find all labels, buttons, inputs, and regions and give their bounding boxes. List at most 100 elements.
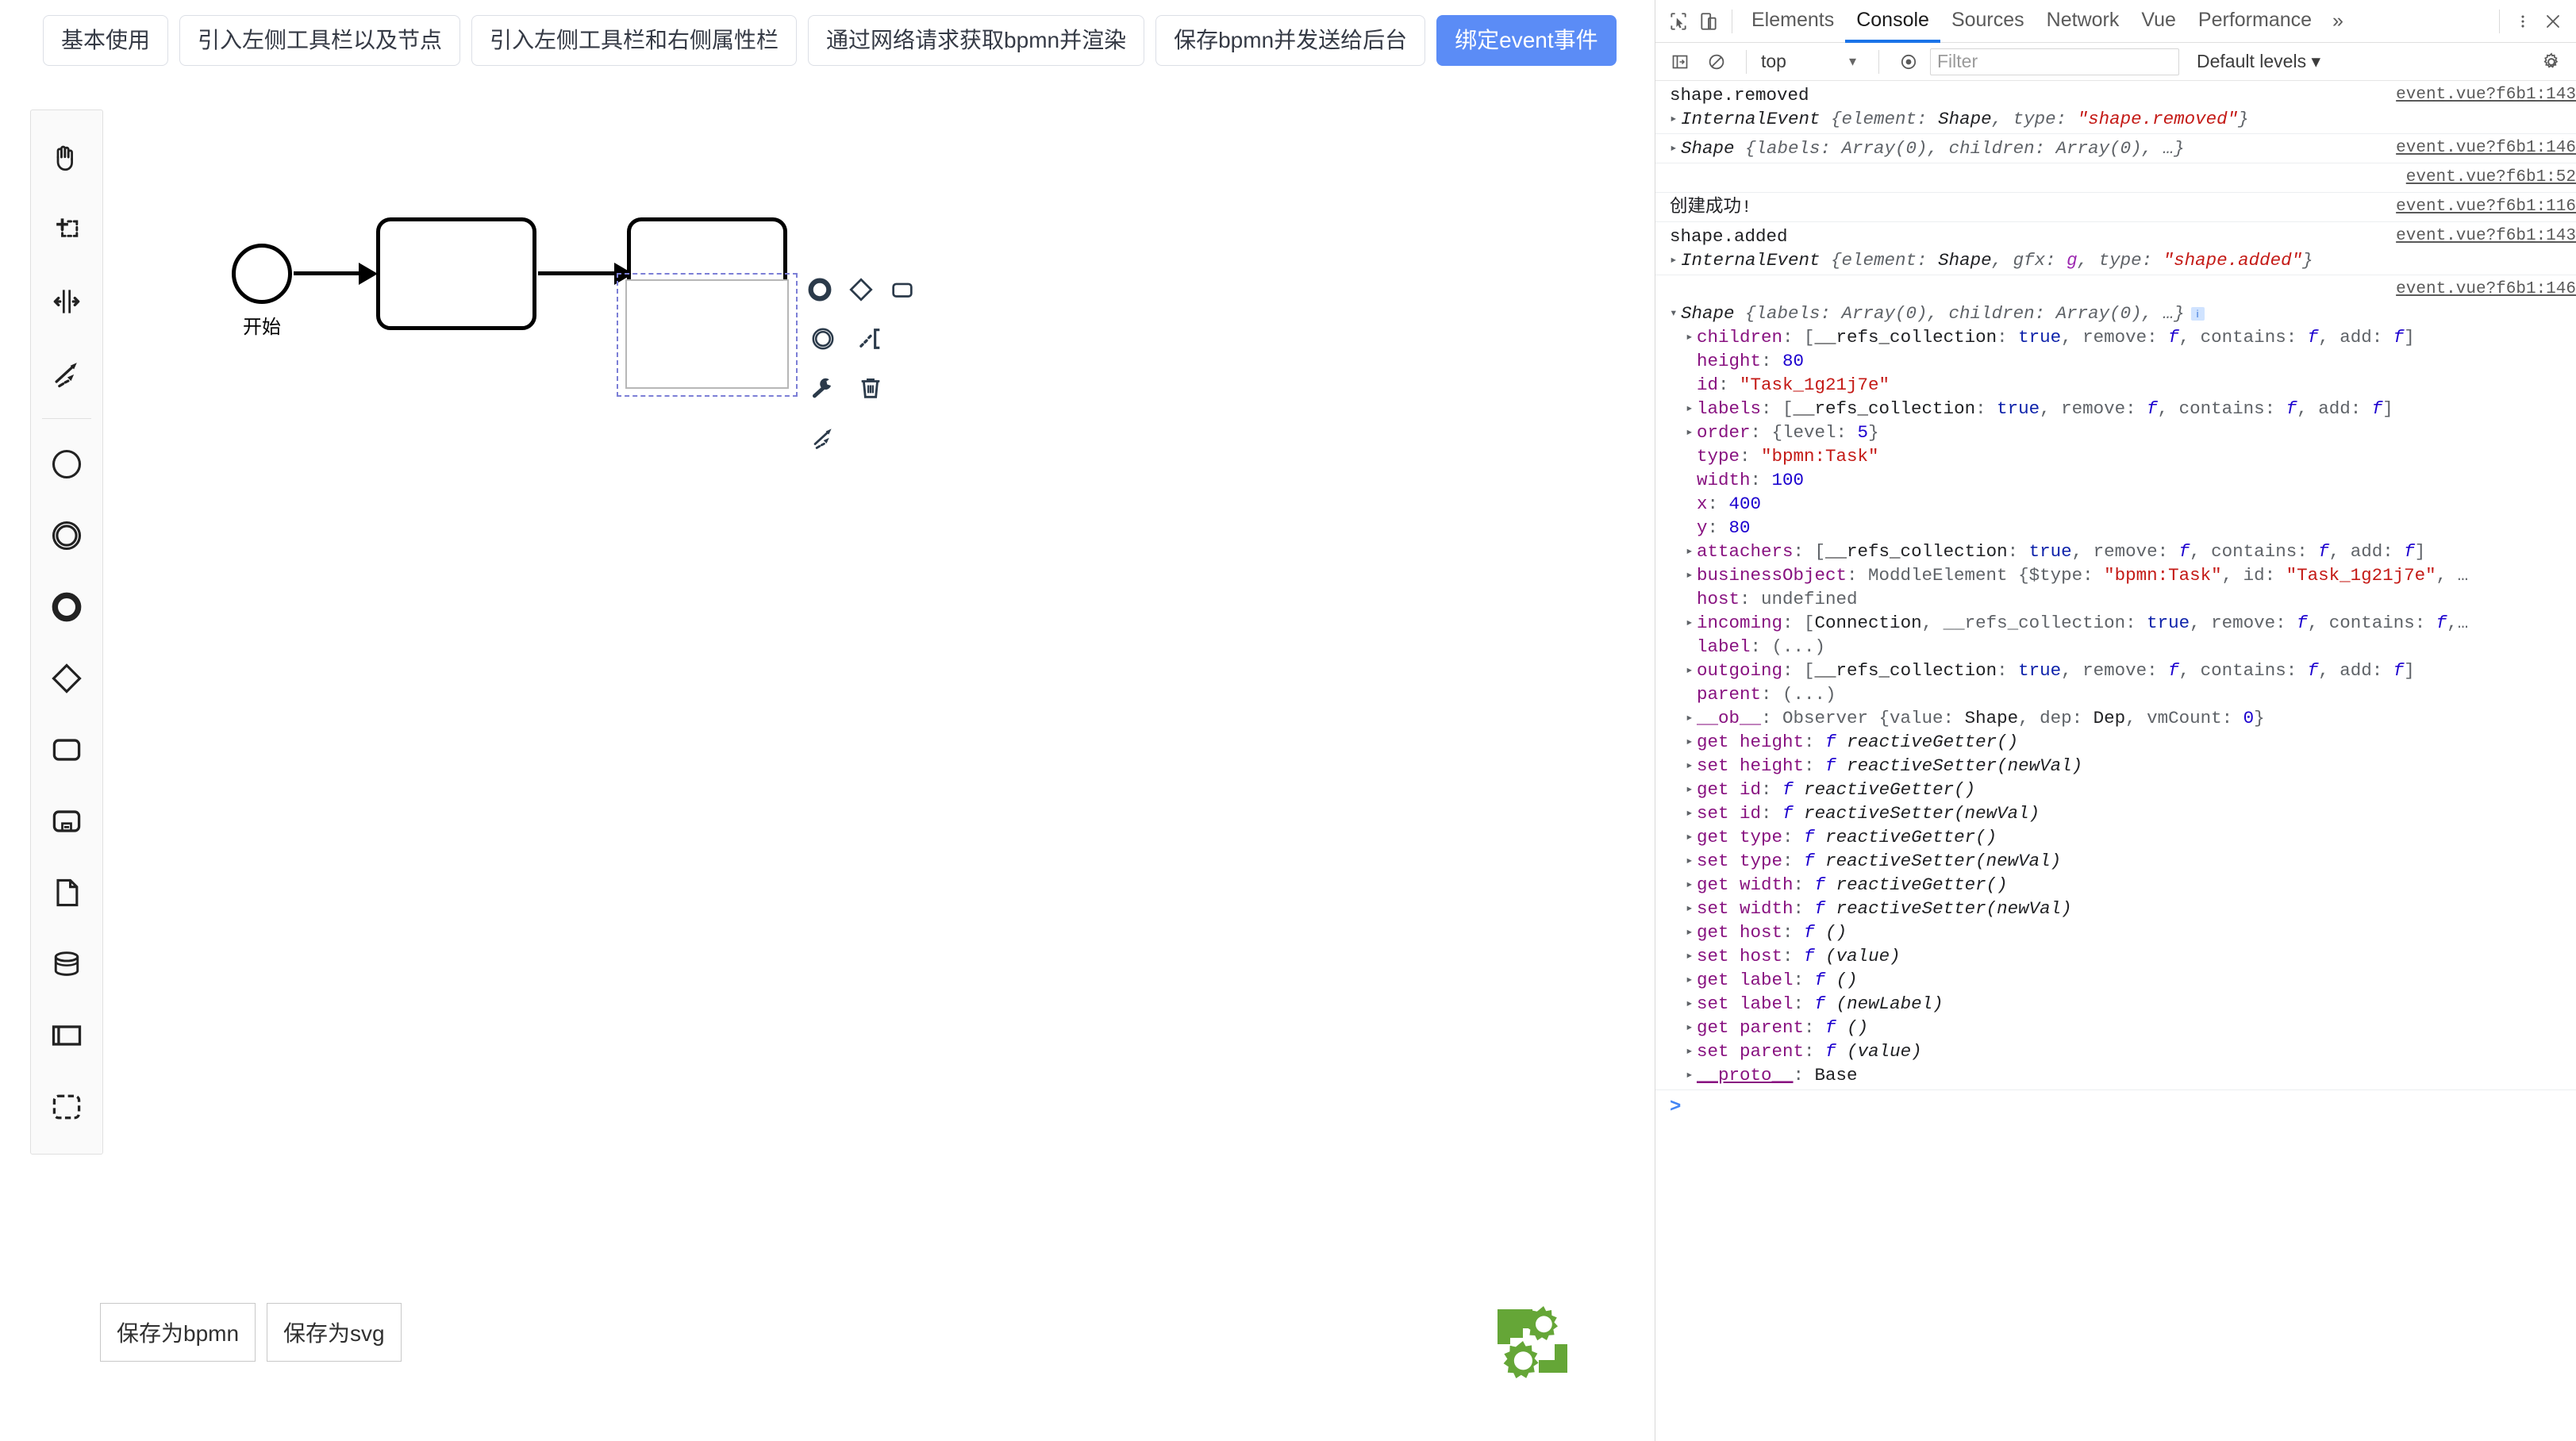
expand-triangle-icon[interactable]: ▸ xyxy=(1686,850,1697,872)
console-source-link[interactable]: event.vue?f6b1:146 xyxy=(2385,137,2576,159)
console-property-incoming[interactable]: ▸ incoming: [Connection, __refs_collecti… xyxy=(1655,611,2576,635)
start-event-icon[interactable] xyxy=(31,428,102,500)
sequence-flow-1-line[interactable] xyxy=(294,271,360,275)
console-line[interactable]: ▸ InternalEvent {element: Shape, type: "… xyxy=(1655,107,2576,131)
console-accessor-set-width[interactable]: ▸ set width: f reactiveSetter(newVal) xyxy=(1655,897,2576,920)
console-entry-blank[interactable]: event.vue?f6b1:52 xyxy=(1655,163,2576,193)
append-text-annotation-icon[interactable] xyxy=(853,321,888,356)
data-store-icon[interactable] xyxy=(31,928,102,1000)
clear-console-icon[interactable] xyxy=(1701,47,1732,77)
console-entry-shape-preview[interactable]: ▸ Shape {labels: Array(0), children: Arr… xyxy=(1655,134,2576,163)
connect-icon[interactable] xyxy=(805,420,840,455)
console-source-link[interactable]: event.vue?f6b1:143 xyxy=(2385,84,2576,106)
devtools-menu-icon[interactable] xyxy=(2508,6,2538,37)
console-source-link[interactable]: event.vue?f6b1:52 xyxy=(2395,167,2576,189)
end-event-icon[interactable] xyxy=(31,571,102,643)
append-end-event-icon[interactable] xyxy=(805,272,834,307)
expand-triangle-icon[interactable]: ▸ xyxy=(1686,540,1697,563)
expand-triangle-icon[interactable]: ▸ xyxy=(1686,1040,1697,1062)
console-accessor-set-type[interactable]: ▸ set type: f reactiveSetter(newVal) xyxy=(1655,849,2576,873)
expand-triangle-icon[interactable]: ▸ xyxy=(1686,1016,1697,1039)
nav-button-left-palette-nodes[interactable]: 引入左侧工具栏以及节点 xyxy=(179,15,461,66)
sequence-flow-2-line[interactable] xyxy=(538,271,621,275)
expand-triangle-icon[interactable]: ▸ xyxy=(1686,659,1697,682)
gateway-icon[interactable] xyxy=(31,643,102,714)
console-filter-input[interactable] xyxy=(1930,48,2179,75)
console-property-order[interactable]: ▸ order: {level: 5} xyxy=(1655,421,2576,444)
console-log-area[interactable]: shape.removed event.vue?f6b1:143 ▸ Inter… xyxy=(1655,81,2576,1441)
console-context-selector[interactable]: top ▾ xyxy=(1761,51,1864,72)
expand-triangle-icon[interactable]: ▸ xyxy=(1686,755,1697,777)
append-task-icon[interactable] xyxy=(888,272,917,307)
task-icon[interactable] xyxy=(31,714,102,786)
device-toolbar-icon[interactable] xyxy=(1694,6,1724,37)
console-line[interactable]: ▸ Shape {labels: Array(0), children: Arr… xyxy=(1655,136,2576,160)
diagram-task-1[interactable] xyxy=(376,217,536,330)
lasso-tool-icon[interactable] xyxy=(31,194,102,266)
global-connect-tool-icon[interactable] xyxy=(31,337,102,409)
more-tabs-chevron-icon[interactable]: » xyxy=(2323,10,2353,33)
expand-triangle-icon[interactable]: ▸ xyxy=(1686,969,1697,991)
console-entry-shape-added[interactable]: shape.added event.vue?f6b1:143 ▸ Interna… xyxy=(1655,222,2576,275)
console-entry-shape-removed[interactable]: shape.removed event.vue?f6b1:143 ▸ Inter… xyxy=(1655,81,2576,134)
console-prompt-row[interactable]: > xyxy=(1655,1090,2576,1125)
expand-triangle-icon[interactable]: ▸ xyxy=(1686,1064,1697,1086)
expand-triangle-icon[interactable]: ▸ xyxy=(1686,326,1697,348)
intermediate-event-icon[interactable] xyxy=(31,500,102,571)
nav-button-bind-event[interactable]: 绑定event事件 xyxy=(1436,15,1617,66)
hand-tool-icon[interactable] xyxy=(31,123,102,194)
expand-triangle-icon[interactable]: ▸ xyxy=(1686,421,1697,444)
console-accessor-get-type[interactable]: ▸ get type: f reactiveGetter() xyxy=(1655,825,2576,849)
console-object-header[interactable]: ▾ Shape {labels: Array(0), children: Arr… xyxy=(1655,302,2576,325)
tab-vue[interactable]: Vue xyxy=(2130,0,2187,43)
nav-button-save-bpmn-send-backend[interactable]: 保存bpmn并发送给后台 xyxy=(1155,15,1426,66)
expand-triangle-icon[interactable]: ▸ xyxy=(1686,993,1697,1015)
append-intermediate-event-icon[interactable] xyxy=(805,321,840,356)
save-as-bpmn-button[interactable]: 保存为bpmn xyxy=(100,1303,256,1362)
console-accessor-set-height[interactable]: ▸ set height: f reactiveSetter(newVal) xyxy=(1655,754,2576,778)
console-source-link[interactable]: event.vue?f6b1:143 xyxy=(2385,225,2576,248)
expand-triangle-icon[interactable]: ▸ xyxy=(1686,945,1697,967)
expand-triangle-icon[interactable]: ▸ xyxy=(1686,707,1697,729)
expand-triangle-icon[interactable]: ▸ xyxy=(1686,897,1697,920)
console-property-businessobject[interactable]: ▸ businessObject: ModdleElement {$type: … xyxy=(1655,563,2576,587)
console-property-proto[interactable]: ▸ __proto__: Base xyxy=(1655,1063,2576,1087)
expand-triangle-icon[interactable]: ▸ xyxy=(1670,249,1681,271)
nav-button-left-palette-right-properties[interactable]: 引入左侧工具栏和右侧属性栏 xyxy=(471,15,798,66)
console-source-link[interactable]: event.vue?f6b1:146 xyxy=(2385,279,2576,301)
expand-triangle-icon[interactable]: ▸ xyxy=(1686,731,1697,753)
expand-triangle-icon[interactable]: ▸ xyxy=(1686,921,1697,943)
live-expression-eye-icon[interactable] xyxy=(1894,47,1924,77)
expand-triangle-icon[interactable]: ▸ xyxy=(1686,612,1697,634)
expand-triangle-icon[interactable]: ▸ xyxy=(1670,137,1681,159)
save-as-svg-button[interactable]: 保存为svg xyxy=(267,1303,402,1362)
console-log-levels-dropdown[interactable]: Default levels ▾ xyxy=(2186,51,2320,72)
inspect-element-icon[interactable] xyxy=(1663,6,1694,37)
expand-triangle-icon[interactable]: ▸ xyxy=(1686,778,1697,801)
console-entry-shape-expanded[interactable]: event.vue?f6b1:146 ▾ Shape {labels: Arra… xyxy=(1655,275,2576,1090)
console-accessor-set-parent[interactable]: ▸ set parent: f (value) xyxy=(1655,1039,2576,1063)
console-property-labels[interactable]: ▸ labels: [__refs_collection: true, remo… xyxy=(1655,397,2576,421)
expand-triangle-icon[interactable]: ▸ xyxy=(1670,108,1681,130)
console-accessor-get-height[interactable]: ▸ get height: f reactiveGetter() xyxy=(1655,730,2576,754)
console-sidebar-toggle-icon[interactable] xyxy=(1665,47,1695,77)
delete-icon[interactable] xyxy=(853,371,888,405)
console-property-attachers[interactable]: ▸ attachers: [__refs_collection: true, r… xyxy=(1655,540,2576,563)
console-property-outgoing[interactable]: ▸ outgoing: [__refs_collection: true, re… xyxy=(1655,659,2576,682)
close-devtools-icon[interactable] xyxy=(2538,6,2568,37)
collapse-triangle-icon[interactable]: ▾ xyxy=(1670,302,1681,325)
console-settings-icon[interactable] xyxy=(2536,47,2566,77)
space-tool-icon[interactable] xyxy=(31,266,102,337)
console-accessor-get-parent[interactable]: ▸ get parent: f () xyxy=(1655,1016,2576,1039)
expand-triangle-icon[interactable]: ▸ xyxy=(1686,826,1697,848)
console-line[interactable]: ▸ InternalEvent {element: Shape, gfx: g,… xyxy=(1655,248,2576,272)
nav-button-fetch-bpmn-render[interactable]: 通过网络请求获取bpmn并渲染 xyxy=(808,15,1145,66)
append-gateway-icon[interactable] xyxy=(847,272,875,307)
console-accessor-set-label[interactable]: ▸ set label: f (newLabel) xyxy=(1655,992,2576,1016)
console-source-link[interactable]: event.vue?f6b1:116 xyxy=(2385,196,2576,218)
expand-triangle-icon[interactable]: ▸ xyxy=(1686,802,1697,824)
console-property-children[interactable]: ▸ children: [__refs_collection: true, re… xyxy=(1655,325,2576,349)
nav-button-basic-usage[interactable]: 基本使用 xyxy=(43,15,169,66)
console-accessor-get-id[interactable]: ▸ get id: f reactiveGetter() xyxy=(1655,778,2576,801)
console-accessor-get-label[interactable]: ▸ get label: f () xyxy=(1655,968,2576,992)
